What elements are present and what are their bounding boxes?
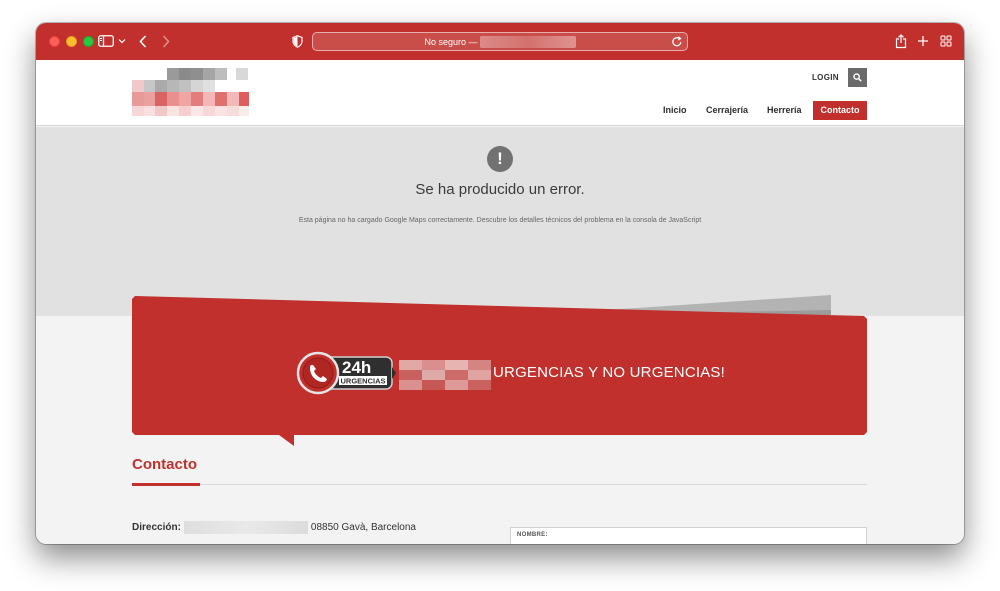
- main-nav: Inicio Cerrajería Herrería Contacto: [36, 101, 964, 120]
- address-label: Dirección:: [132, 522, 181, 533]
- section-title-underline: [132, 483, 200, 486]
- nav-item-contacto[interactable]: Contacto: [813, 101, 867, 120]
- search-icon: [853, 73, 862, 82]
- contact-address: Dirección: 08850 Gavà, Barcelona: [132, 521, 416, 534]
- banner-text-redacted: [399, 360, 491, 390]
- tabs-grid-icon[interactable]: [939, 32, 953, 50]
- address-security-label: No seguro —: [424, 36, 478, 47]
- banner-headline: URGENCIAS Y NO URGENCIAS!: [493, 364, 725, 381]
- search-button[interactable]: [848, 68, 867, 87]
- contact-section-title: Contacto: [132, 456, 197, 473]
- address-city: 08850 Gavà, Barcelona: [310, 522, 416, 533]
- nav-item-herreria[interactable]: Herrería: [767, 101, 802, 120]
- reload-icon[interactable]: [671, 35, 683, 48]
- nav-item-cerrajeria[interactable]: Cerrajería: [706, 101, 748, 120]
- back-icon[interactable]: [137, 32, 149, 50]
- address-url-redacted: [479, 35, 576, 48]
- map-error-description: Esta página no ha cargado Google Maps co…: [298, 217, 702, 224]
- address-bar[interactable]: No seguro —: [312, 32, 688, 51]
- badge-urgencias-label: URGENCIAS: [340, 377, 385, 386]
- close-window-button[interactable]: [49, 36, 60, 47]
- badge-24h-label: 24h: [342, 358, 371, 377]
- sidebar-icon[interactable]: [98, 32, 114, 50]
- shield-icon[interactable]: [290, 32, 304, 50]
- login-link[interactable]: LOGIN: [812, 73, 839, 82]
- section-divider: [132, 484, 867, 485]
- exclamation-icon: !: [487, 146, 513, 172]
- contact-form-name-field[interactable]: NOMBRE:: [510, 527, 867, 544]
- name-field-label: NOMBRE:: [517, 532, 548, 538]
- browser-toolbar: No seguro —: [36, 23, 964, 60]
- map-error-title: Se ha producido un error.: [415, 181, 585, 198]
- share-icon[interactable]: [894, 32, 908, 50]
- nav-item-inicio[interactable]: Inicio: [663, 101, 687, 120]
- plus-icon[interactable]: [916, 32, 930, 50]
- browser-window: No seguro — LOGIN Inicio Cerrajería Herr…: [36, 23, 964, 544]
- forward-icon[interactable]: [160, 32, 172, 50]
- map-error-panel: ! Se ha producido un error. Esta página …: [36, 127, 964, 316]
- address-street-redacted: [183, 521, 308, 534]
- zoom-window-button[interactable]: [83, 36, 94, 47]
- site-header: LOGIN Inicio Cerrajería Herrería Contact…: [36, 60, 964, 126]
- phone-24h-badge: 24h URGENCIAS: [296, 351, 396, 395]
- minimize-window-button[interactable]: [66, 36, 77, 47]
- chevron-down-icon[interactable]: [117, 32, 127, 50]
